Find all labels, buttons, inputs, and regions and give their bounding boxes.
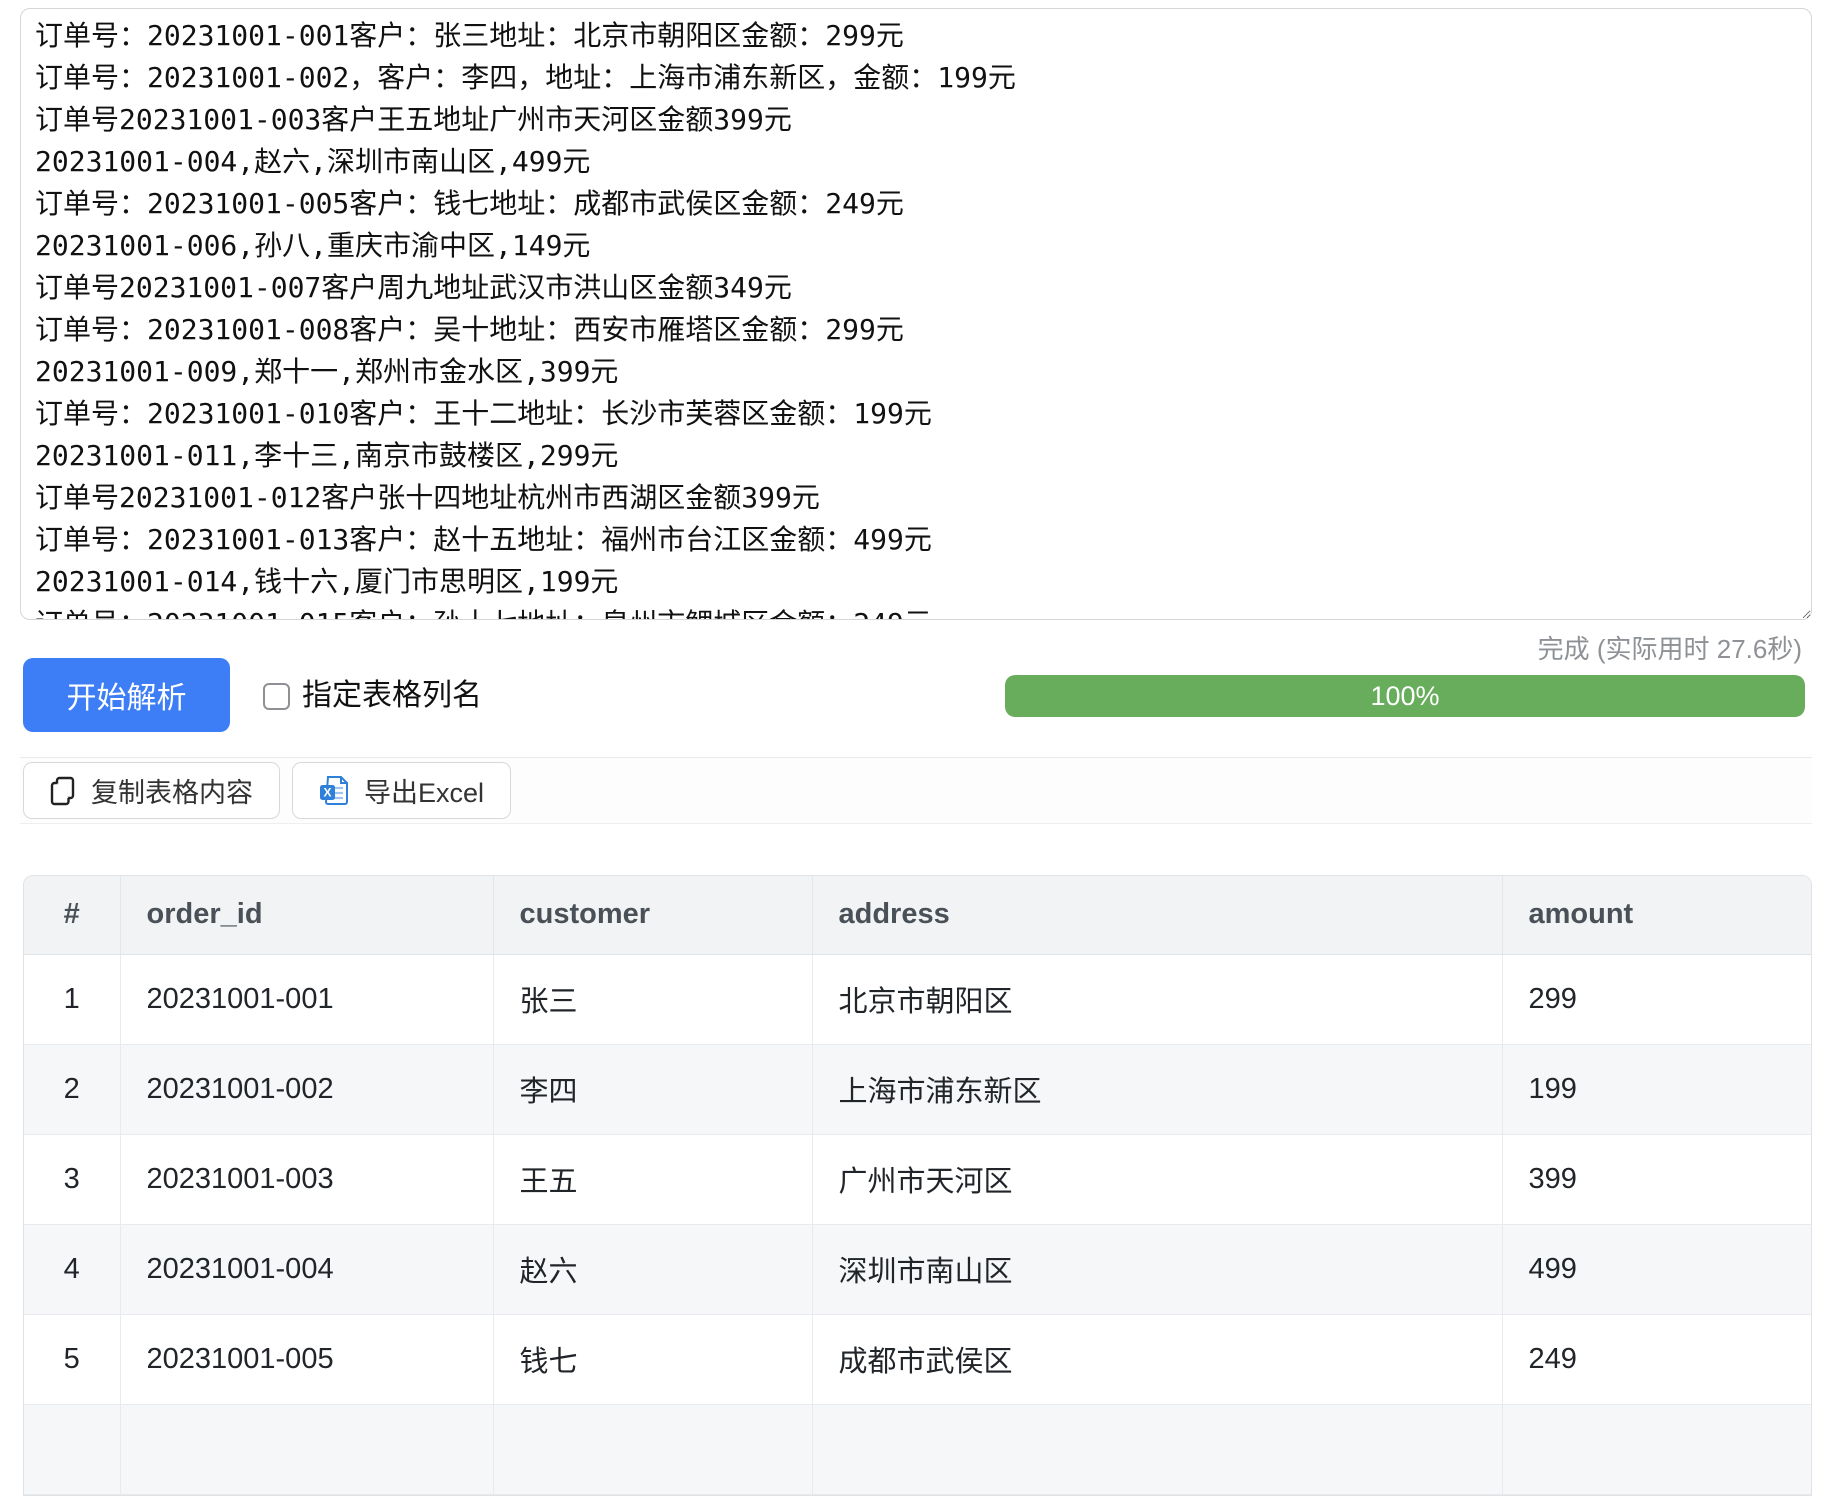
table-cell: 399 xyxy=(1502,1134,1811,1224)
status-text: 完成 (实际用时 27.6秒) xyxy=(1538,634,1802,664)
table-row-partial xyxy=(24,1404,1811,1494)
table-cell xyxy=(24,1404,120,1494)
table-cell: 成都市武侯区 xyxy=(812,1314,1502,1404)
table-cell: 赵六 xyxy=(493,1224,812,1314)
parse-button[interactable]: 开始解析 xyxy=(23,658,230,732)
table-row: 320231001-003王五广州市天河区399 xyxy=(24,1134,1811,1224)
input-textarea[interactable] xyxy=(20,8,1812,620)
column-header-amount: amount xyxy=(1502,876,1811,954)
table-header-row: #order_idcustomeraddressamount xyxy=(24,876,1811,954)
table-cell: 20231001-004 xyxy=(120,1224,493,1314)
table-row: 220231001-002李四上海市浦东新区199 xyxy=(24,1044,1811,1134)
progress-fill: 100% xyxy=(1005,675,1805,717)
excel-file-icon: X xyxy=(319,775,350,806)
svg-text:X: X xyxy=(323,786,331,800)
table-cell: 上海市浦东新区 xyxy=(812,1044,1502,1134)
table-cell: 20231001-001 xyxy=(120,954,493,1044)
export-excel-button-label: 导出Excel xyxy=(364,771,484,810)
table-row: 520231001-005钱七成都市武侯区249 xyxy=(24,1314,1811,1404)
column-header-address: address xyxy=(812,876,1502,954)
table-cell: 1 xyxy=(24,954,120,1044)
table-cell: 钱七 xyxy=(493,1314,812,1404)
progress-label: 100% xyxy=(1370,681,1439,712)
table-cell: 199 xyxy=(1502,1044,1811,1134)
table-row: 420231001-004赵六深圳市南山区499 xyxy=(24,1224,1811,1314)
table-cell: 张三 xyxy=(493,954,812,1044)
table-cell xyxy=(120,1404,493,1494)
table-cell: 20231001-003 xyxy=(120,1134,493,1224)
copy-pages-icon xyxy=(50,776,77,806)
table-cell: 499 xyxy=(1502,1224,1811,1314)
specify-columns-checkbox[interactable] xyxy=(263,683,290,710)
table-row: 120231001-001张三北京市朝阳区299 xyxy=(24,954,1811,1044)
table-cell: 广州市天河区 xyxy=(812,1134,1502,1224)
table-cell: 北京市朝阳区 xyxy=(812,954,1502,1044)
table-toolbar: 复制表格内容 X 导出Excel xyxy=(20,757,1812,824)
table-cell xyxy=(493,1404,812,1494)
progress-bar: 100% xyxy=(1005,675,1805,717)
table-cell: 249 xyxy=(1502,1314,1811,1404)
copy-table-button-label: 复制表格内容 xyxy=(91,771,253,810)
copy-table-button[interactable]: 复制表格内容 xyxy=(23,762,280,819)
column-header-customer: customer xyxy=(493,876,812,954)
table-cell: 深圳市南山区 xyxy=(812,1224,1502,1314)
specify-columns-label[interactable]: 指定表格列名 xyxy=(302,678,482,714)
column-header-index: # xyxy=(24,876,120,954)
table-cell: 李四 xyxy=(493,1044,812,1134)
table-body: 120231001-001张三北京市朝阳区299220231001-002李四上… xyxy=(24,954,1811,1494)
table-cell: 20231001-002 xyxy=(120,1044,493,1134)
export-excel-button[interactable]: X 导出Excel xyxy=(292,762,511,819)
table-cell: 20231001-005 xyxy=(120,1314,493,1404)
table-cell xyxy=(812,1404,1502,1494)
table-cell: 2 xyxy=(24,1044,120,1134)
table-cell: 5 xyxy=(24,1314,120,1404)
table-cell: 299 xyxy=(1502,954,1811,1044)
results-table: #order_idcustomeraddressamount 120231001… xyxy=(23,875,1812,1496)
column-header-order_id: order_id xyxy=(120,876,493,954)
table-cell: 王五 xyxy=(493,1134,812,1224)
table-cell xyxy=(1502,1404,1811,1494)
table-cell: 3 xyxy=(24,1134,120,1224)
table-cell: 4 xyxy=(24,1224,120,1314)
